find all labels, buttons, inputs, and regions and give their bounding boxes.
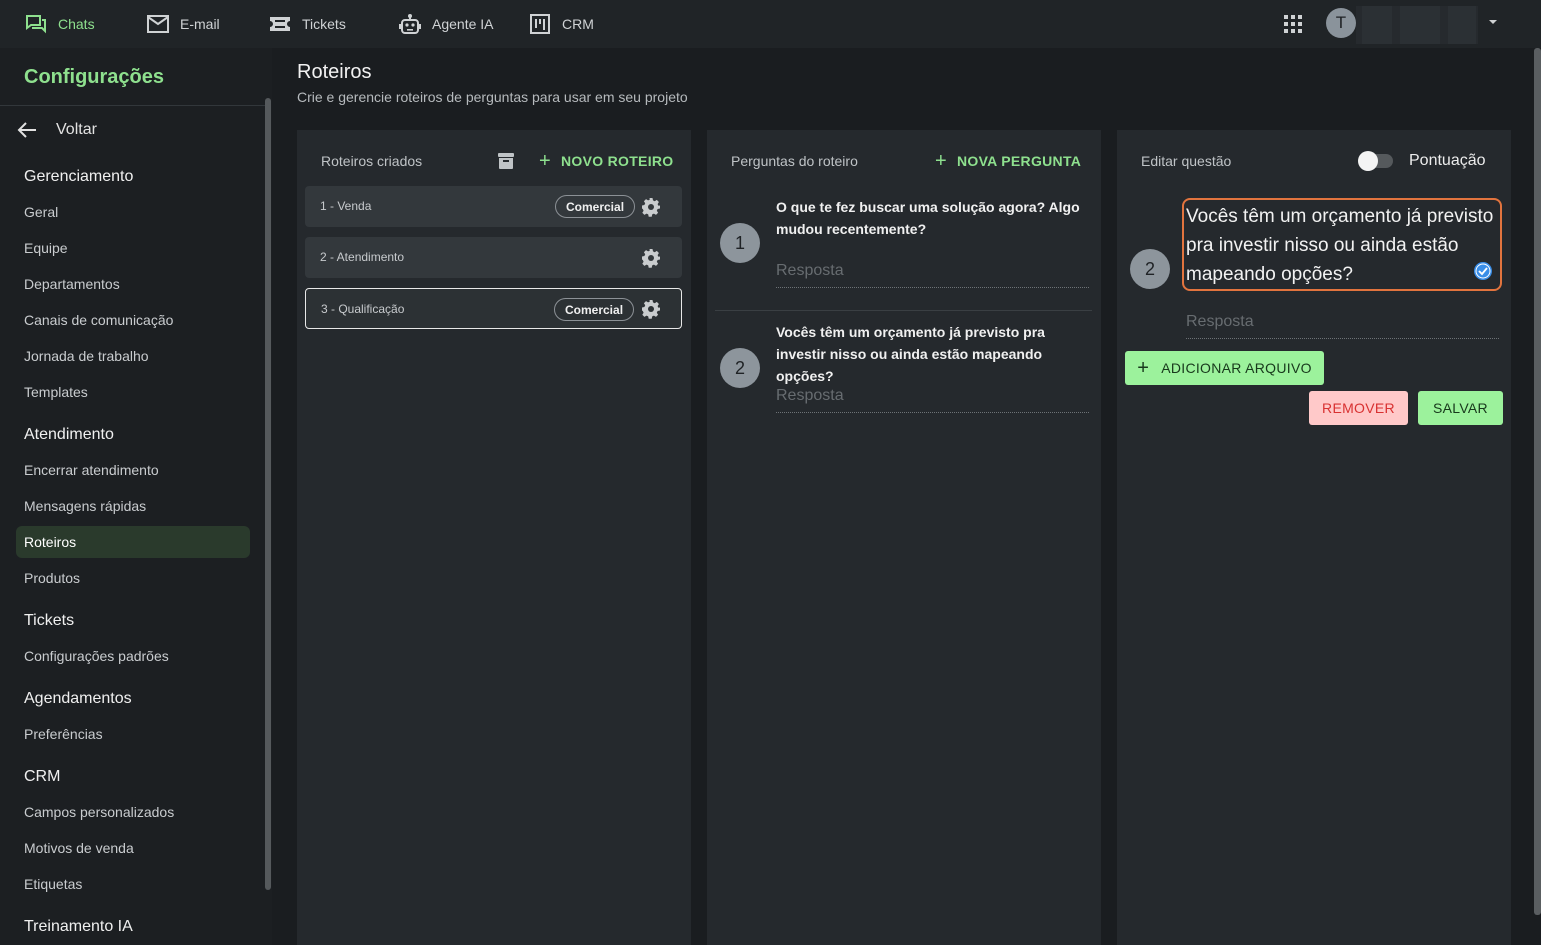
sidebar-scrollbar[interactable] (265, 98, 271, 890)
archive-icon[interactable] (497, 152, 515, 170)
script-row[interactable]: 1 - Venda Comercial (305, 186, 682, 227)
nav-crm[interactable]: CRM (528, 0, 594, 48)
sidebar-title: Configurações (24, 66, 165, 88)
script-row[interactable]: 2 - Atendimento (305, 237, 682, 278)
sidebar-item-etiquetas[interactable]: Etiquetas (16, 868, 250, 900)
pontuacao-label: Pontuação (1409, 152, 1486, 169)
user-avatar[interactable]: T (1326, 8, 1356, 38)
nav-chats-label: Chats (58, 16, 95, 32)
sidebar-item-encerrar[interactable]: Encerrar atendimento (16, 454, 250, 486)
toggle-knob (1358, 151, 1378, 171)
sidebar-item-campos[interactable]: Campos personalizados (16, 796, 250, 828)
chevron-down-icon[interactable] (1486, 15, 1500, 29)
question-text: O que te fez buscar uma solução agora? A… (776, 199, 1080, 237)
user-name-redacted (1356, 6, 1478, 44)
chat-icon (24, 12, 48, 36)
add-file-button[interactable]: + ADICIONAR ARQUIVO (1125, 351, 1324, 385)
sidebar-item-canais[interactable]: Canais de comunicação (16, 304, 250, 336)
questions-panel-heading: Perguntas do roteiro (731, 153, 858, 169)
ticket-icon (268, 12, 292, 36)
apps-grid-icon[interactable] (1282, 13, 1304, 35)
sidebar-item-preferencias[interactable]: Preferências (16, 718, 250, 750)
gear-icon[interactable] (641, 248, 661, 268)
arrow-left-icon (17, 122, 36, 138)
sidebar-item-jornada[interactable]: Jornada de trabalho (16, 340, 250, 372)
section-atendimento: Atendimento (24, 426, 114, 443)
page-scrollbar[interactable] (1534, 48, 1541, 915)
question-text-input[interactable]: Vocês têm um orçamento já previsto pra i… (1182, 198, 1502, 291)
question-divider (715, 310, 1092, 311)
sidebar-item-departamentos[interactable]: Departamentos (16, 268, 250, 300)
back-label: Voltar (56, 121, 97, 138)
sidebar-item-equipe[interactable]: Equipe (16, 232, 250, 264)
check-circle-icon (1473, 261, 1493, 281)
gear-icon[interactable] (641, 299, 661, 319)
sidebar-item-config-padroes[interactable]: Configurações padrões (16, 640, 250, 672)
pontuacao-toggle[interactable] (1358, 151, 1393, 171)
script-name: 1 - Venda (320, 199, 372, 213)
sidebar-item-templates[interactable]: Templates (16, 376, 250, 408)
nav-agente-ia[interactable]: Agente IA (398, 0, 494, 48)
scripts-panel: Roteiros criados + NOVO ROTEIRO 1 - Vend… (297, 130, 691, 945)
answer-field[interactable]: Resposta (776, 262, 1089, 288)
mail-icon (146, 12, 170, 36)
plus-icon: + (539, 150, 551, 172)
section-treinamento-ia: Treinamento IA (24, 918, 133, 935)
page-title: Roteiros (297, 61, 372, 83)
remove-button[interactable]: REMOVER (1309, 391, 1408, 425)
sidebar-item-mensagens[interactable]: Mensagens rápidas (16, 490, 250, 522)
script-tag-chip: Comercial (554, 298, 635, 321)
sidebar-item-geral[interactable]: Geral (16, 196, 250, 228)
edit-question-panel: Editar questão Pontuação 2 Vocês têm um … (1117, 130, 1511, 945)
save-button[interactable]: SALVAR (1418, 391, 1503, 425)
robot-icon (398, 12, 422, 36)
answer-field[interactable]: Resposta (776, 387, 1089, 413)
question-number: 2 (1130, 249, 1170, 289)
back-button[interactable]: Voltar (16, 118, 97, 142)
section-agendamentos: Agendamentos (24, 690, 132, 707)
nav-agente-ia-label: Agente IA (432, 16, 494, 32)
script-row-selected[interactable]: 3 - Qualificação Comercial (305, 288, 682, 329)
settings-sidebar: Configurações Voltar Gerenciamento Geral… (0, 48, 272, 945)
new-script-button[interactable]: + NOVO ROTEIRO (539, 150, 674, 172)
nav-email[interactable]: E-mail (146, 0, 220, 48)
nav-tickets-label: Tickets (302, 16, 346, 32)
answer-field[interactable]: Resposta (1186, 313, 1499, 339)
scripts-panel-heading: Roteiros criados (321, 153, 423, 169)
plus-icon: + (1137, 357, 1150, 379)
new-question-label: NOVA PERGUNTA (956, 153, 1082, 169)
plus-icon: + (935, 150, 947, 172)
new-script-label: NOVO ROTEIRO (560, 153, 674, 169)
page-subtitle: Crie e gerencie roteiros de perguntas pa… (297, 89, 688, 105)
nav-tickets[interactable]: Tickets (268, 0, 346, 48)
sidebar-item-roteiros[interactable]: Roteiros (16, 526, 250, 558)
question-text: Vocês têm um orçamento já previsto pra i… (776, 324, 1045, 384)
script-name: 2 - Atendimento (320, 250, 405, 264)
nav-crm-label: CRM (562, 16, 594, 32)
add-file-label: ADICIONAR ARQUIVO (1161, 360, 1312, 376)
questions-panel: Perguntas do roteiro + NOVA PERGUNTA 1 O… (707, 130, 1101, 945)
question-number: 2 (720, 348, 760, 388)
section-crm: CRM (24, 768, 61, 785)
sidebar-item-produtos[interactable]: Produtos (16, 562, 250, 594)
gear-icon[interactable] (641, 197, 661, 217)
section-tickets: Tickets (24, 612, 75, 629)
kanban-icon (528, 12, 552, 36)
new-question-button[interactable]: + NOVA PERGUNTA (935, 150, 1082, 172)
nav-chats[interactable]: Chats (24, 0, 95, 48)
sidebar-item-motivos[interactable]: Motivos de venda (16, 832, 250, 864)
section-gerenciamento: Gerenciamento (24, 168, 134, 185)
question-number: 1 (720, 223, 760, 263)
script-tag-chip: Comercial (555, 195, 636, 218)
edit-panel-heading: Editar questão (1141, 153, 1232, 169)
top-navigation-bar: Chats E-mail Tickets Agente IA CRM T (0, 0, 1541, 48)
sidebar-divider (0, 105, 266, 106)
nav-email-label: E-mail (180, 16, 220, 32)
script-name: 3 - Qualificação (321, 302, 405, 316)
